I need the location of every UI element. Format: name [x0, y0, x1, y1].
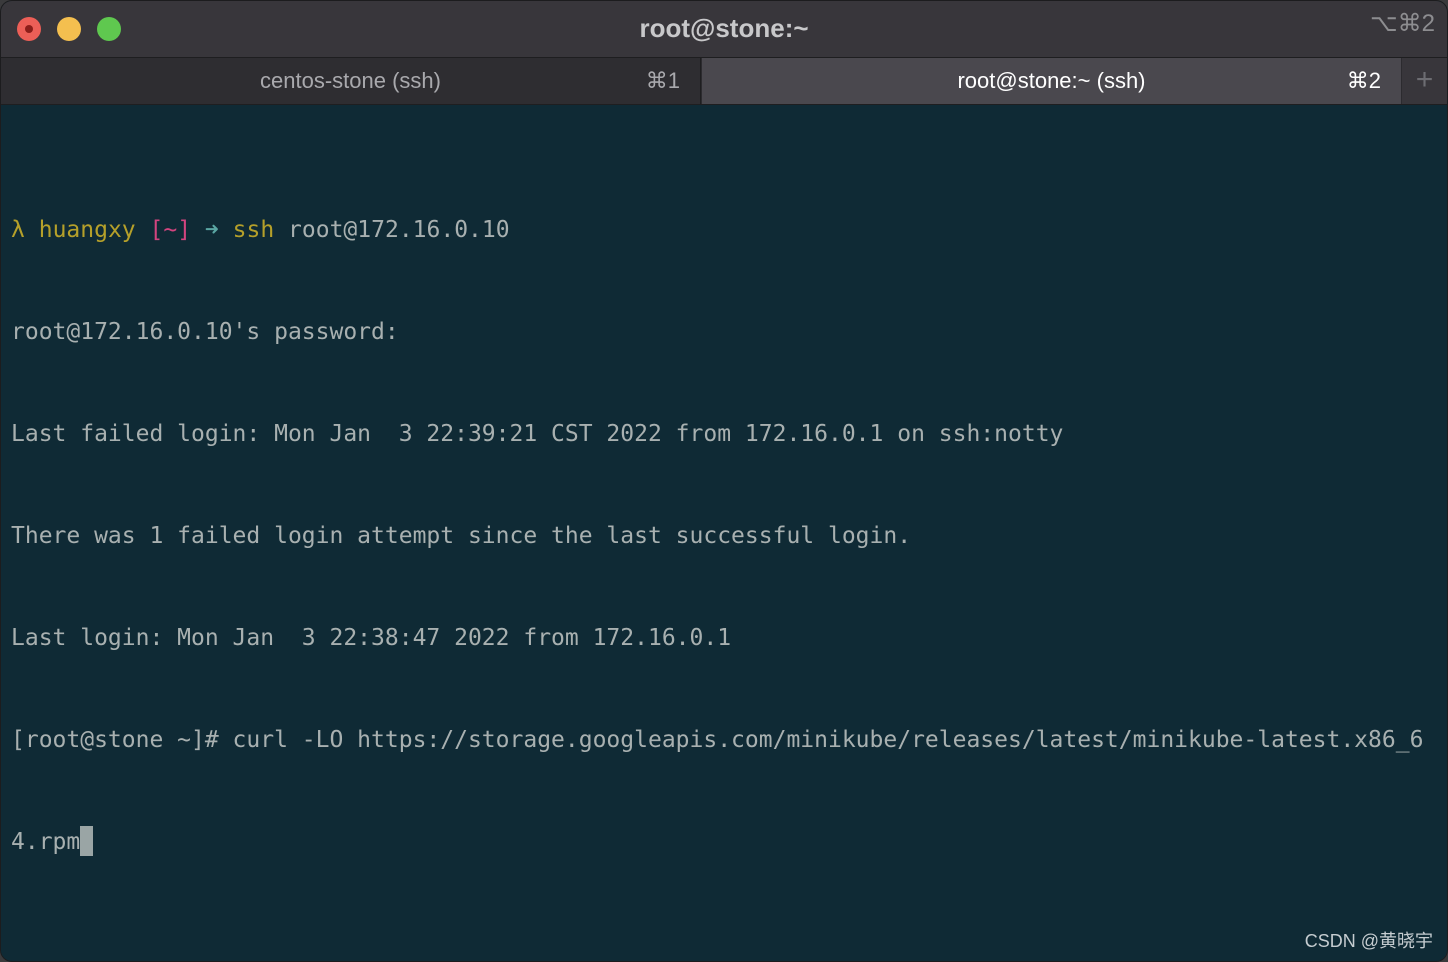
prompt-user: huangxy: [38, 217, 136, 243]
lambda-symbol: λ: [11, 217, 25, 243]
terminal-output[interactable]: λ huangxy [~] ➜ ssh root@172.16.0.10 roo…: [1, 105, 1447, 961]
prompt-arrow: ➜: [204, 217, 219, 243]
window-shortcut-label: ⌥⌘2: [1369, 10, 1435, 37]
prompt-line: λ huangxy [~] ➜ ssh root@172.16.0.10: [11, 213, 1423, 247]
output-line: There was 1 failed login attempt since t…: [11, 523, 912, 549]
title-bar[interactable]: root@stone:~ ⌥⌘2: [1, 1, 1447, 58]
prompt-dir: [~]: [149, 217, 192, 243]
terminal-window: root@stone:~ ⌥⌘2 centos-stone (ssh) ⌘1 r…: [0, 0, 1448, 962]
tab-label: root@stone:~ (ssh): [957, 68, 1146, 93]
terminal-text: λ huangxy [~] ➜ ssh root@172.16.0.10 roo…: [11, 145, 1423, 927]
output-line: root@172.16.0.10's password:: [11, 319, 399, 345]
command-wrap-text: 4.rpm: [11, 829, 81, 855]
command-line-wrap: 4.rpm: [11, 825, 1423, 859]
tab-label: centos-stone (ssh): [260, 68, 441, 93]
new-tab-button[interactable]: +: [1402, 58, 1447, 104]
command-line: [root@stone ~]# curl -LO https://storage…: [11, 727, 1424, 753]
prompt-args: root@172.16.0.10: [288, 217, 510, 243]
plus-icon: +: [1415, 63, 1434, 96]
prompt-command: ssh: [232, 217, 275, 243]
tab-root-stone[interactable]: root@stone:~ (ssh) ⌘2: [702, 58, 1401, 104]
text-cursor: [80, 826, 94, 856]
output-line: Last login: Mon Jan 3 22:38:47 2022 from…: [11, 625, 732, 651]
tab-shortcut: ⌘1: [645, 68, 680, 93]
window-title: root@stone:~: [639, 13, 809, 43]
tab-shortcut: ⌘2: [1346, 68, 1381, 93]
tab-centos-stone[interactable]: centos-stone (ssh) ⌘1: [1, 58, 701, 104]
tab-bar: centos-stone (ssh) ⌘1 root@stone:~ (ssh)…: [1, 58, 1447, 105]
output-line: Last failed login: Mon Jan 3 22:39:21 CS…: [11, 421, 1064, 447]
watermark: CSDN @黄晓宇: [1304, 931, 1433, 951]
